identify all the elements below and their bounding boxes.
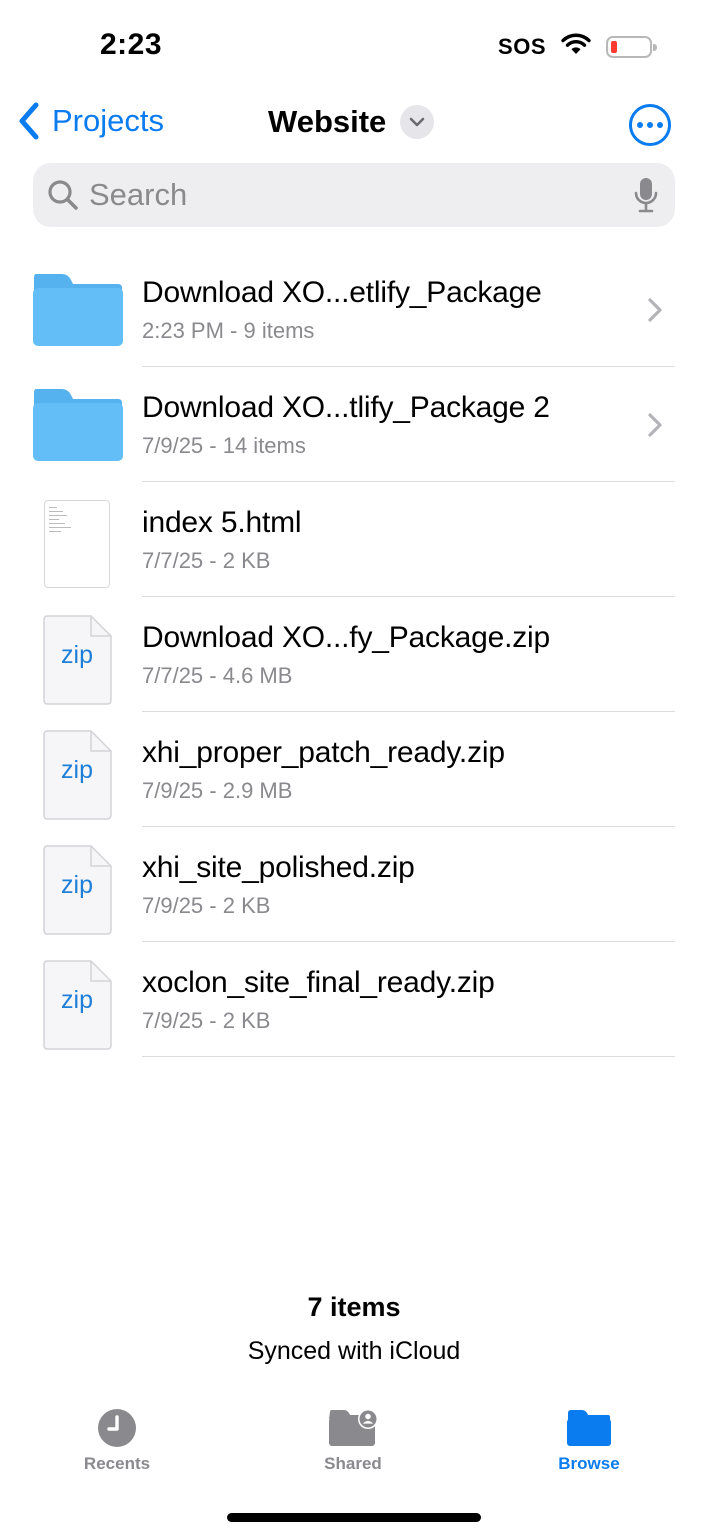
chevron-left-icon bbox=[19, 102, 39, 140]
divider bbox=[142, 1056, 675, 1057]
item-count: 7 items bbox=[307, 1292, 401, 1322]
back-label: Projects bbox=[52, 103, 164, 138]
microphone-icon[interactable] bbox=[633, 176, 659, 214]
list-item[interactable]: zip xoclon_site_final_ready.zip 7/9/25 -… bbox=[0, 942, 708, 1057]
list-item[interactable]: index 5.html 7/7/25 - 2 KB bbox=[0, 482, 708, 597]
file-meta: 2:23 PM - 9 items bbox=[142, 318, 315, 343]
list-item[interactable]: Download XO...etlify_Package 2:23 PM - 9… bbox=[0, 252, 708, 367]
page-title: Website bbox=[268, 104, 387, 139]
chevron-right-icon bbox=[648, 298, 662, 322]
zip-file-icon: zip bbox=[32, 960, 124, 1050]
zip-label: zip bbox=[61, 641, 93, 669]
file-meta: 7/9/25 - 2.9 MB bbox=[142, 778, 293, 803]
file-name: xoclon_site_final_ready.zip bbox=[142, 966, 495, 999]
carrier-status: SOS bbox=[498, 33, 546, 59]
file-meta: 7/7/25 - 2 KB bbox=[142, 548, 271, 573]
tab-label: Recents bbox=[83, 1454, 151, 1473]
tab-label: Shared bbox=[324, 1454, 382, 1473]
html-document-thumbnail bbox=[32, 500, 124, 590]
folder-icon bbox=[567, 1410, 611, 1446]
tab-shared[interactable]: Shared bbox=[283, 1408, 423, 1474]
battery-low-icon bbox=[606, 35, 657, 58]
chevron-right-icon bbox=[648, 413, 662, 437]
files-app-screen: 2:23 SOS Projects Website Search Downloa… bbox=[0, 0, 708, 1536]
clock-icon bbox=[98, 1409, 136, 1447]
home-indicator[interactable] bbox=[227, 1513, 481, 1522]
tab-label: Browse bbox=[558, 1454, 620, 1473]
file-name: Download XO...fy_Package.zip bbox=[142, 621, 550, 654]
list-item[interactable]: Download XO...tlify_Package 2 7/9/25 - 1… bbox=[0, 367, 708, 482]
file-list: Download XO...etlify_Package 2:23 PM - 9… bbox=[0, 252, 708, 1057]
folder-title-menu[interactable]: Website bbox=[268, 104, 435, 140]
zip-file-icon: zip bbox=[32, 615, 124, 705]
sync-status: Synced with iCloud bbox=[247, 1337, 461, 1365]
wifi-icon bbox=[560, 32, 592, 61]
file-name: Download XO...etlify_Package bbox=[142, 276, 542, 309]
search-bar[interactable] bbox=[33, 163, 675, 227]
zip-label: zip bbox=[61, 756, 93, 784]
file-name: Download XO...tlify_Package 2 bbox=[142, 391, 550, 424]
search-input[interactable] bbox=[89, 177, 633, 213]
search-icon bbox=[48, 180, 78, 210]
file-meta: 7/7/25 - 4.6 MB bbox=[142, 663, 293, 688]
back-button[interactable]: Projects bbox=[18, 102, 164, 140]
file-meta: 7/9/25 - 2 KB bbox=[142, 893, 271, 918]
file-name: xhi_proper_patch_ready.zip bbox=[142, 736, 505, 769]
zip-label: zip bbox=[61, 986, 93, 1014]
shared-folder-icon bbox=[329, 1409, 378, 1446]
list-item[interactable]: zip Download XO...fy_Package.zip 7/7/25 … bbox=[0, 597, 708, 712]
tab-browse[interactable]: Browse bbox=[519, 1408, 659, 1474]
file-name: xhi_site_polished.zip bbox=[142, 851, 415, 884]
folder-icon bbox=[32, 270, 124, 360]
chevron-down-icon bbox=[400, 105, 435, 139]
status-indicators: SOS bbox=[498, 32, 657, 61]
file-meta: 7/9/25 - 14 items bbox=[142, 433, 306, 458]
zip-file-icon: zip bbox=[32, 730, 124, 820]
list-item[interactable]: zip xhi_site_polished.zip 7/9/25 - 2 KB bbox=[0, 827, 708, 942]
tab-recents[interactable]: Recents bbox=[47, 1408, 187, 1474]
folder-icon bbox=[32, 385, 124, 475]
zip-label: zip bbox=[61, 871, 93, 899]
file-name: index 5.html bbox=[142, 506, 302, 539]
more-options-button[interactable] bbox=[629, 104, 671, 146]
zip-file-icon: zip bbox=[32, 845, 124, 935]
list-item[interactable]: zip xhi_proper_patch_ready.zip 7/9/25 - … bbox=[0, 712, 708, 827]
file-meta: 7/9/25 - 2 KB bbox=[142, 1008, 271, 1033]
status-time: 2:23 bbox=[100, 28, 163, 61]
more-ellipsis-icon bbox=[637, 122, 643, 128]
